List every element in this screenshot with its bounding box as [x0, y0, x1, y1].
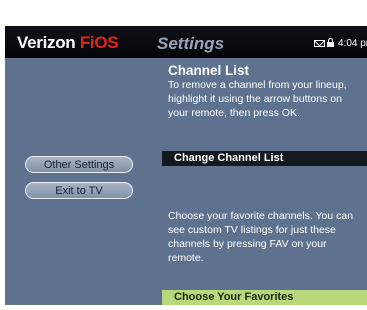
channel-list-description: To remove a channel from your lineup, hi… — [168, 79, 347, 119]
clock-time: 4:04 pm — [338, 38, 367, 49]
settings-panel: Other Settings Exit to TV Channel List T… — [5, 58, 367, 305]
choose-favorites-button[interactable]: Choose Your Favorites — [162, 290, 367, 305]
lock-icon — [327, 37, 334, 47]
other-settings-button[interactable]: Other Settings — [25, 156, 133, 173]
brand-fios: FiOS — [79, 33, 119, 52]
status-area: 4:04 pm — [314, 37, 367, 49]
favorites-description: Choose your favorite channels. You can s… — [168, 210, 354, 264]
tv-screen: Verizon FiOS Settings 4:04 pm Other Sett… — [0, 0, 367, 310]
mail-icon — [314, 39, 325, 47]
section-title: Channel List — [168, 63, 250, 78]
exit-to-tv-button[interactable]: Exit to TV — [25, 182, 133, 199]
brand-logo: Verizon FiOS — [17, 33, 119, 53]
header-bar: Verizon FiOS Settings 4:04 pm — [5, 26, 367, 58]
page-title: Settings — [157, 34, 225, 53]
change-channel-list-button[interactable]: Change Channel List — [162, 151, 367, 166]
brand-name: Verizon — [17, 33, 76, 52]
